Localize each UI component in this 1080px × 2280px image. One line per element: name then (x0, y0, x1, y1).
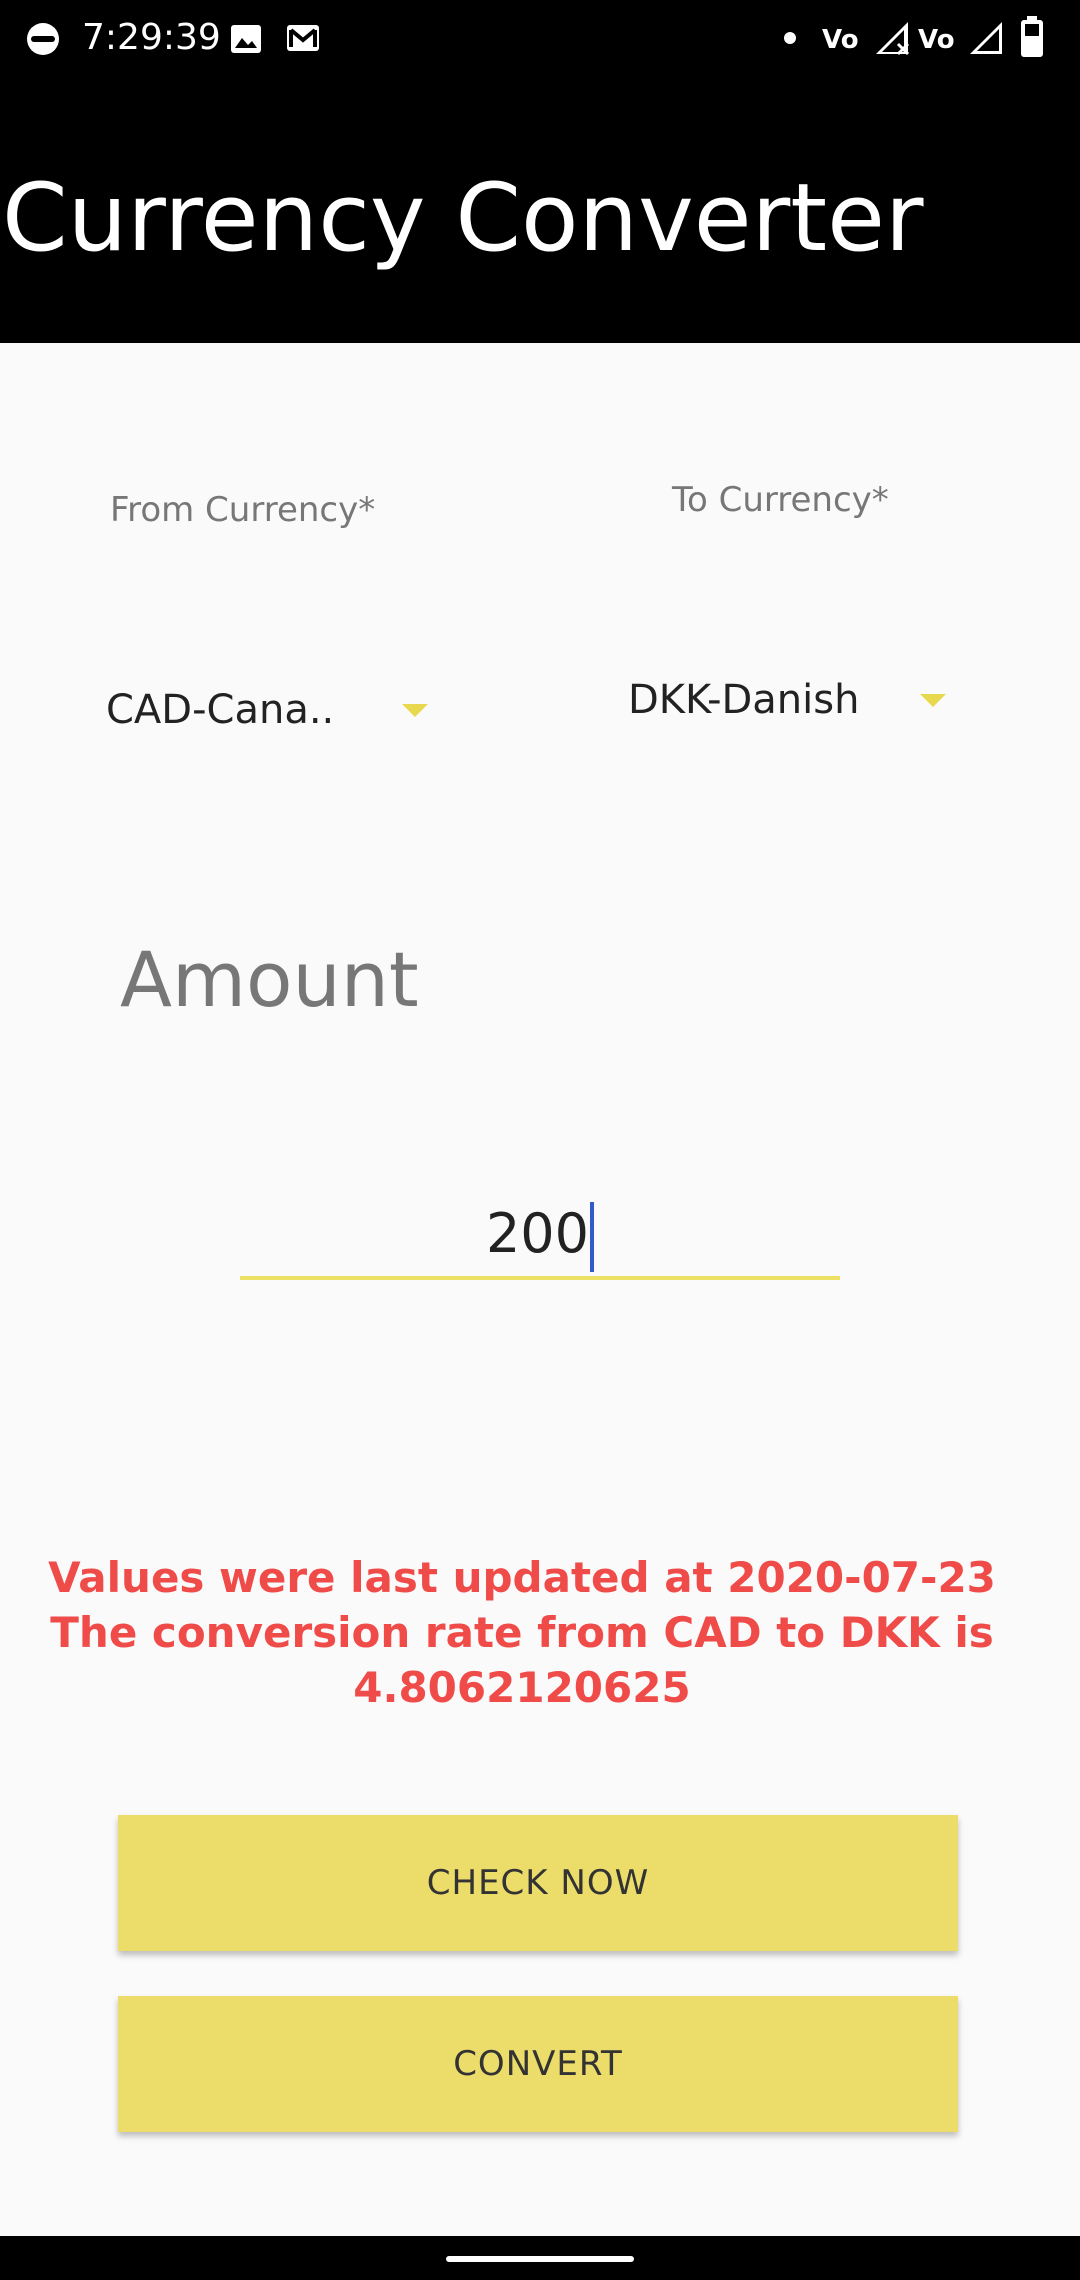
incognito-icon (27, 23, 59, 55)
svg-text:Vo: Vo (822, 25, 859, 54)
to-currency-label: To Currency* (672, 480, 889, 520)
dropdown-arrow-icon (920, 694, 946, 707)
signal-x-icon (876, 22, 910, 56)
conversion-rate-value: 4.8062120625 (353, 1663, 691, 1712)
volte-icon: Vo (918, 25, 955, 54)
to-currency-spinner[interactable]: DKK-Danish (628, 660, 958, 740)
home-gesture-handle[interactable] (446, 2256, 634, 2262)
status-time: 7:29:39 (82, 17, 221, 58)
amount-input[interactable]: 200 (240, 1180, 840, 1280)
navigation-bar (0, 2236, 1080, 2280)
amount-value: 200 (485, 1202, 590, 1265)
amount-label: Amount (120, 935, 419, 1024)
volte-icon: Vo (822, 25, 859, 54)
check-now-button[interactable]: CHECK NOW (118, 1815, 958, 1951)
battery-icon (1021, 16, 1043, 57)
gmail-icon (287, 25, 319, 51)
dropdown-arrow-icon (402, 704, 428, 717)
image-icon (231, 25, 261, 53)
text-cursor (590, 1202, 595, 1273)
from-currency-spinner[interactable]: CAD-Cana.. (106, 670, 436, 750)
from-currency-value: CAD-Cana.. (106, 687, 335, 733)
amount-input-text: 200 (240, 1180, 840, 1288)
app-bar: Currency Converter (0, 76, 1080, 343)
notification-dot-icon (784, 32, 796, 44)
from-currency-label: From Currency* (110, 490, 376, 530)
svg-text:Vo: Vo (918, 25, 955, 54)
conversion-info: Values were last updated at 2020-07-23 T… (40, 1550, 1004, 1715)
to-currency-value: DKK-Danish (628, 677, 860, 723)
conversion-rate-text: The conversion rate from CAD to DKK is (50, 1608, 994, 1657)
app-title: Currency Converter (2, 164, 924, 273)
signal-icon (970, 22, 1002, 54)
last-updated-text: Values were last updated at 2020-07-23 (48, 1553, 996, 1602)
status-bar: 7:29:39 Vo Vo (0, 0, 1080, 76)
convert-button[interactable]: CONVERT (118, 1996, 958, 2132)
